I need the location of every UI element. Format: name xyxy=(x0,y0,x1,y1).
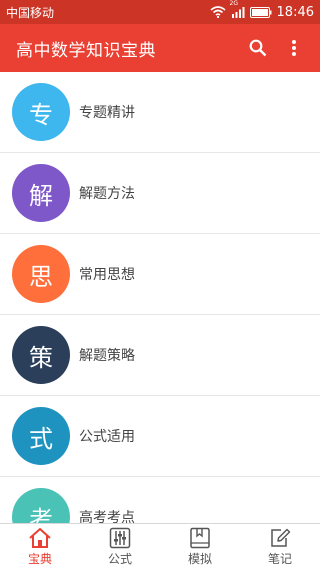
status-bar: 中国移动 2G 18:46 xyxy=(0,0,320,24)
list-item-label: 解题策略 xyxy=(79,348,135,364)
battery-icon xyxy=(249,6,272,18)
more-options-button[interactable] xyxy=(276,30,312,66)
avatar: 式 xyxy=(12,407,70,465)
avatar: 解 xyxy=(12,164,70,222)
network-type-label: 2G xyxy=(229,0,238,7)
avatar: 专 xyxy=(12,83,70,141)
list-item-strategies[interactable]: 策 解题策略 xyxy=(0,315,320,396)
more-vert-icon xyxy=(292,40,296,56)
list-item-label: 常用思想 xyxy=(79,267,135,283)
bottom-nav: 宝典 公式 模拟 笔记 xyxy=(0,523,320,570)
app-bar: 高中数学知识宝典 xyxy=(0,24,320,72)
avatar: 思 xyxy=(12,245,70,303)
tab-mock-exam[interactable]: 模拟 xyxy=(160,524,240,570)
search-button[interactable] xyxy=(240,30,276,66)
list-item-label: 解题方法 xyxy=(79,186,135,202)
list-item-label: 高考考点 xyxy=(79,510,135,523)
list-item-exam-points[interactable]: 考 高考考点 xyxy=(0,477,320,523)
book-icon xyxy=(189,527,211,549)
tab-notes[interactable]: 笔记 xyxy=(240,524,320,570)
tab-handbook[interactable]: 宝典 xyxy=(0,524,80,570)
list-item-formulas[interactable]: 式 公式适用 xyxy=(0,396,320,477)
search-icon xyxy=(249,39,267,57)
list-item-ideas[interactable]: 思 常用思想 xyxy=(0,234,320,315)
sliders-icon xyxy=(109,527,131,549)
avatar: 考 xyxy=(12,488,70,523)
status-indicators: 2G 18:46 xyxy=(210,0,314,20)
tab-label: 模拟 xyxy=(187,552,212,566)
list-item-methods[interactable]: 解 解题方法 xyxy=(0,153,320,234)
avatar: 策 xyxy=(12,326,70,384)
clock-label: 18:46 xyxy=(276,4,314,20)
tab-label: 宝典 xyxy=(27,552,52,566)
signal-icon: 2G xyxy=(230,0,245,18)
edit-icon xyxy=(269,527,291,549)
list-item-label: 专题精讲 xyxy=(79,105,135,121)
tab-formulas[interactable]: 公式 xyxy=(80,524,160,570)
tab-label: 笔记 xyxy=(267,552,292,566)
home-icon xyxy=(28,527,52,549)
topic-list: 专 专题精讲 解 解题方法 思 常用思想 策 解题策略 式 公式适用 考 高考考… xyxy=(0,72,320,523)
page-title: 高中数学知识宝典 xyxy=(16,40,156,61)
carrier-label: 中国移动 xyxy=(6,5,55,20)
list-item-topics[interactable]: 专 专题精讲 xyxy=(0,72,320,153)
wifi-icon xyxy=(210,6,226,18)
tab-label: 公式 xyxy=(107,552,132,566)
list-item-label: 公式适用 xyxy=(79,429,135,445)
